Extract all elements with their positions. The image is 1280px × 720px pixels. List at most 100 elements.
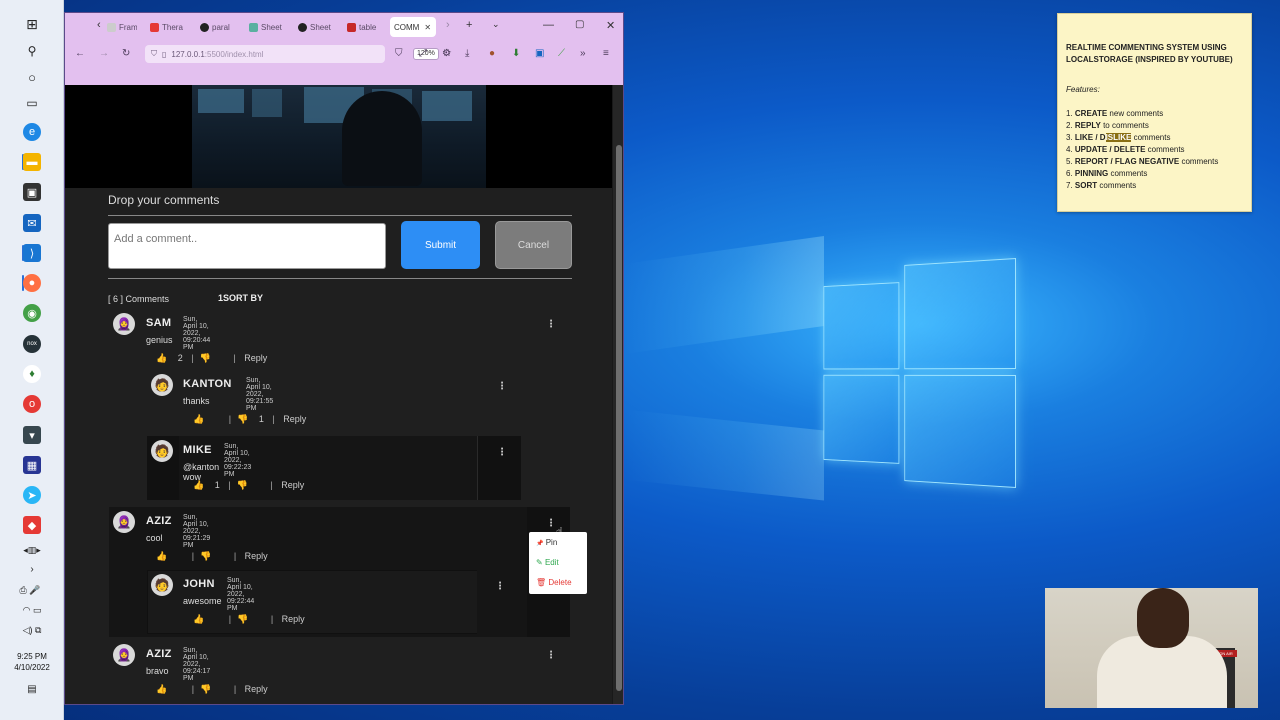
comment-input[interactable]: Add a comment.. [108, 223, 386, 269]
tab-3[interactable]: paral [200, 17, 236, 37]
page-icon: ▯ [162, 49, 167, 59]
tab-4[interactable]: Sheet [249, 17, 285, 37]
like-count: 2 [177, 353, 183, 363]
sort-by-button[interactable]: 1SORT BY [218, 293, 263, 303]
extension-s-icon[interactable]: ▣ [535, 48, 544, 59]
search-icon[interactable]: ⚲ [28, 44, 37, 58]
dislike-icon[interactable]: 👎 [200, 551, 211, 561]
edge-icon[interactable]: e [23, 123, 41, 141]
firefox-icon[interactable]: ● [23, 274, 41, 292]
note-item-5: 5. REPORT / FLAG NEGATIVE comments [1066, 157, 1219, 166]
back-icon[interactable]: ← [75, 48, 85, 59]
like-icon[interactable]: 👍 [156, 353, 167, 363]
mongodb-icon[interactable]: ♦ [23, 365, 41, 383]
comment-actions: 👍 | 👎 | Reply [193, 614, 305, 624]
comment-author: AZIZ [146, 515, 172, 527]
vscode-icon[interactable]: ⟩ [23, 244, 41, 262]
reply-button[interactable]: Reply [245, 684, 268, 694]
comment-text: awesome [183, 596, 222, 606]
maximize-icon[interactable]: ▢ [575, 19, 584, 30]
wifi-icon[interactable]: ◠ ▭ [23, 605, 42, 616]
pocket-icon[interactable]: ▾ [23, 426, 41, 444]
overflow-icon[interactable]: » [580, 48, 586, 59]
chrome-icon[interactable]: ◉ [23, 304, 41, 322]
extension-avatar-icon[interactable]: ● [489, 48, 495, 59]
telegram-icon[interactable]: ➤ [23, 486, 41, 504]
note-item-2: 2. REPLY to comments [1066, 121, 1149, 130]
store-icon[interactable]: ▣ [23, 183, 41, 201]
chevron-right-icon[interactable]: › [30, 564, 33, 575]
tab-1[interactable]: Fram [107, 17, 137, 37]
mail-icon[interactable]: ✉ [23, 214, 41, 232]
more-options-icon[interactable]: ⋮ [546, 518, 556, 529]
extension-download-icon[interactable]: ⬇ [512, 48, 520, 59]
browser-window: ‹ Fram Thera paral Sheet Sheet table COM… [64, 12, 624, 705]
notification-icon[interactable]: ▤ [27, 684, 36, 695]
task-view-icon[interactable]: ▭ [26, 96, 37, 110]
meet-now-icon[interactable]: ⎙ 🎤 [20, 585, 41, 596]
comment-actions: 👍 | 👎 | Reply [156, 684, 268, 694]
comment-text: thanks [183, 396, 210, 406]
clock-date[interactable]: 4/10/2022 [0, 662, 64, 673]
dislike-icon[interactable]: 👎 [200, 684, 211, 694]
tab-list-icon[interactable]: ⌄ [492, 19, 500, 30]
menu-item-edit[interactable]: ✎ Edit [536, 557, 580, 577]
more-options-icon[interactable]: ⋮ [495, 581, 505, 592]
window-close-icon[interactable]: ✕ [606, 19, 615, 32]
tab-2[interactable]: Thera [150, 17, 186, 37]
dislike-icon[interactable]: 👎 [237, 414, 248, 424]
more-options-icon[interactable]: ⋮ [497, 381, 507, 392]
menu-item-pin[interactable]: 📌 Pin [536, 537, 580, 557]
nox-icon[interactable]: nox [23, 335, 41, 353]
thonny-icon[interactable]: ▦ [23, 456, 41, 474]
scrollbar-thumb[interactable] [616, 145, 622, 691]
dislike-icon[interactable]: 👎 [200, 353, 211, 363]
comment-author: JOHN [183, 578, 215, 590]
comment-count: [ 6 ] Comments [108, 294, 170, 304]
close-tab-icon[interactable]: ✕ [424, 23, 431, 32]
menu-icon[interactable]: ≡ [603, 48, 609, 59]
more-options-icon[interactable]: ⋮ [546, 650, 556, 661]
forward-icon[interactable]: → [99, 48, 109, 59]
cancel-button[interactable]: Cancel [495, 221, 572, 269]
clock-time[interactable]: 9:25 PM [0, 651, 64, 662]
tab-6[interactable]: table [347, 17, 383, 37]
like-icon[interactable]: 👍 [193, 414, 204, 424]
reply-button[interactable]: Reply [283, 414, 306, 424]
windows-start-icon[interactable]: ⊞ [26, 16, 38, 33]
tab-5[interactable]: Sheet [298, 17, 334, 37]
reply-button[interactable]: Reply [244, 353, 267, 363]
tab-scroll-left-icon[interactable]: ‹ [97, 19, 101, 31]
anydesk-icon[interactable]: ◆ [23, 516, 41, 534]
opera-icon[interactable]: o [23, 395, 41, 413]
like-icon[interactable]: 👍 [156, 551, 167, 561]
volume-icon[interactable]: ◁) ⧉ [23, 625, 42, 636]
reply-button[interactable]: Reply [245, 551, 268, 561]
reload-icon[interactable]: ↻ [122, 48, 130, 59]
pocket-save-icon[interactable]: ⛉ [395, 48, 403, 59]
like-icon[interactable]: 👍 [193, 480, 204, 490]
menu-item-delete[interactable]: 🗑 Delete [536, 577, 580, 597]
scrollbar[interactable] [613, 85, 623, 704]
tab-comments-active[interactable]: COMM ✕ [390, 17, 436, 37]
screenshot-icon[interactable]: ⤢ [419, 48, 427, 59]
gear-icon[interactable]: ⚙ [442, 48, 451, 59]
more-options-icon[interactable]: ⋮ [497, 447, 507, 458]
url-bar[interactable]: ⛉ ▯ 127.0.0.1:5500/index.html 120% ☆ [145, 45, 452, 63]
download-icon[interactable]: ⤓ [465, 48, 469, 59]
like-icon[interactable]: 👍 [156, 684, 167, 694]
more-options-icon[interactable]: ⋮ [546, 319, 556, 330]
scroll-left-icon[interactable]: ◂▥▸ [23, 545, 41, 556]
reply-button[interactable]: Reply [281, 480, 304, 490]
file-explorer-icon[interactable]: ▬ [23, 153, 41, 171]
reply-button[interactable]: Reply [282, 614, 305, 624]
new-tab-icon[interactable]: + [466, 19, 472, 31]
cortana-icon[interactable]: ○ [28, 70, 36, 85]
dislike-icon[interactable]: 👎 [237, 614, 248, 624]
like-icon[interactable]: 👍 [193, 614, 204, 624]
tab-scroll-right-icon[interactable]: › [446, 19, 450, 31]
extension-brush-icon[interactable]: ⟋ [558, 48, 565, 59]
dislike-icon[interactable]: 👎 [237, 480, 248, 490]
submit-button[interactable]: Submit [401, 221, 480, 269]
minimize-icon[interactable]: — [543, 19, 554, 31]
